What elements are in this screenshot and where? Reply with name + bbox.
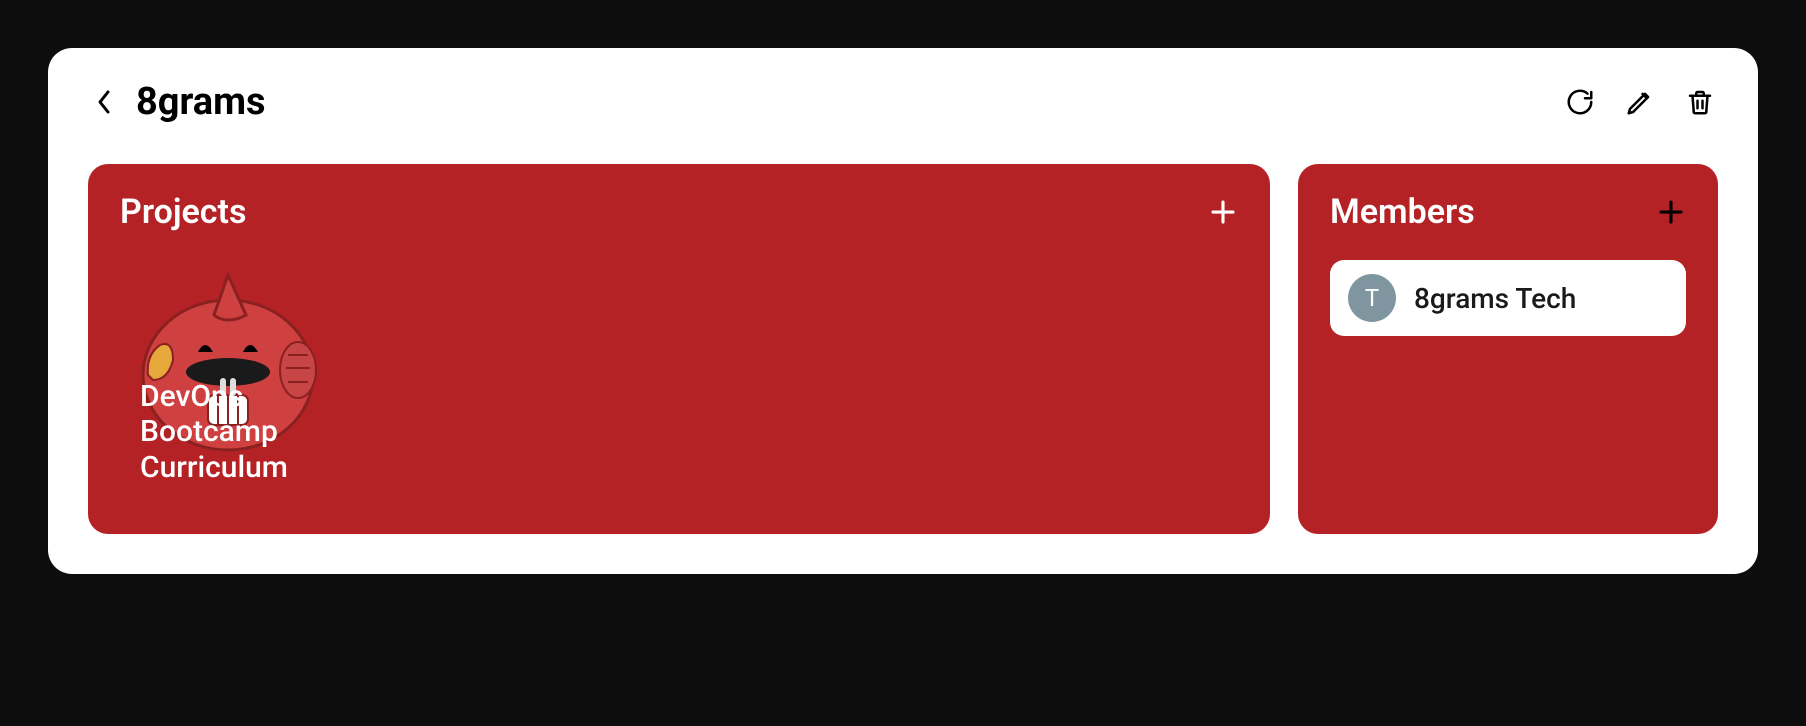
members-panel-header: Members — [1330, 192, 1686, 232]
back-button[interactable] — [88, 86, 120, 118]
members-title: Members — [1330, 192, 1475, 232]
panels-container: Projects — [88, 164, 1718, 534]
refresh-button[interactable] — [1562, 84, 1598, 120]
projects-panel-header: Projects — [120, 192, 1238, 232]
trash-icon — [1685, 87, 1715, 117]
workspace-card: 8grams Projects — [48, 48, 1758, 574]
chevron-left-icon — [95, 88, 113, 116]
edit-button[interactable] — [1622, 84, 1658, 120]
add-project-button[interactable] — [1208, 197, 1238, 227]
header-left: 8grams — [88, 80, 266, 124]
delete-button[interactable] — [1682, 84, 1718, 120]
refresh-icon — [1565, 87, 1595, 117]
projects-title: Projects — [120, 192, 246, 232]
project-item[interactable]: DevOps Bootcamp Curriculum — [120, 260, 360, 495]
member-name: 8grams Tech — [1414, 282, 1576, 315]
add-member-button[interactable] — [1656, 197, 1686, 227]
header-actions — [1562, 84, 1718, 120]
plus-icon — [1208, 197, 1238, 227]
member-avatar: T — [1348, 274, 1396, 322]
page-title: 8grams — [136, 80, 266, 124]
projects-panel: Projects — [88, 164, 1270, 534]
header: 8grams — [88, 80, 1718, 124]
member-item[interactable]: T 8grams Tech — [1330, 260, 1686, 336]
project-name: DevOps Bootcamp Curriculum — [140, 379, 288, 485]
plus-icon — [1656, 197, 1686, 227]
pencil-icon — [1625, 87, 1655, 117]
members-panel: Members T 8grams Tech — [1298, 164, 1718, 534]
